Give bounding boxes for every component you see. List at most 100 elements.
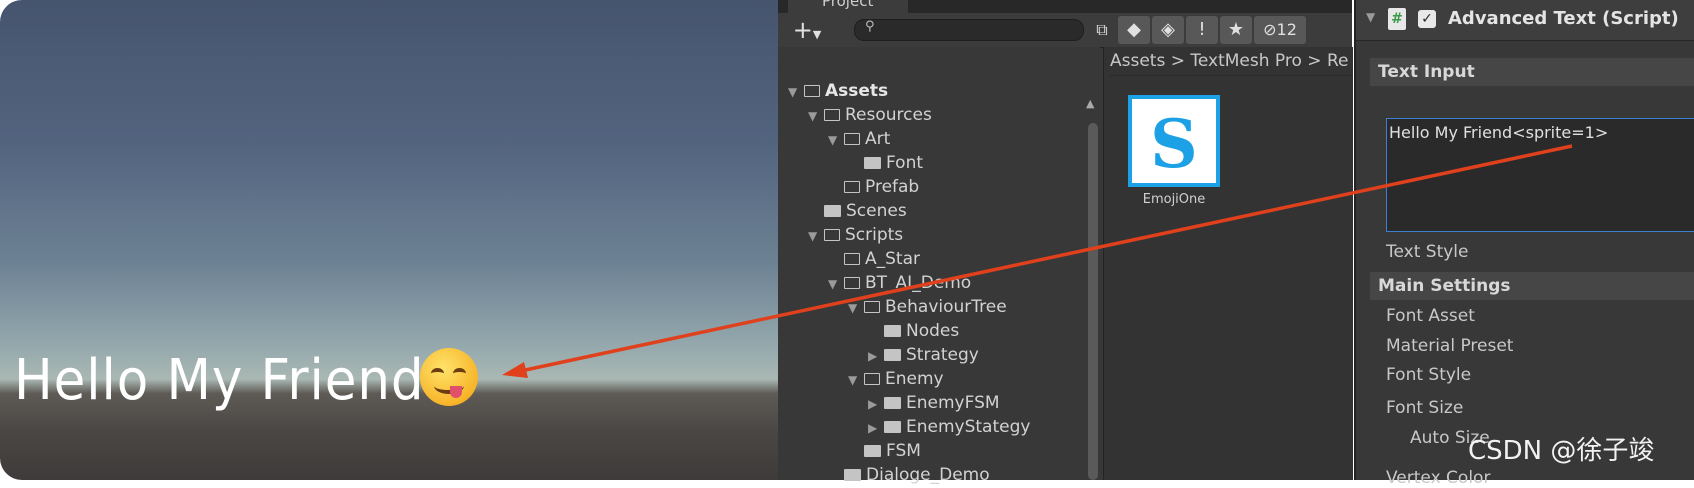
folder-label: Art: [865, 129, 891, 149]
chevron-down-icon: ▼: [812, 28, 822, 41]
folder-label: EnemyStategy: [906, 417, 1031, 437]
text-style-label: Text Style: [1386, 242, 1469, 262]
folder-label: FSM: [886, 441, 921, 461]
watermark: CSDN @徐子竣: [1468, 436, 1655, 466]
add-button-label: +: [792, 16, 813, 44]
folder-row[interactable]: ▼ BehaviourTree: [848, 295, 1007, 319]
folder-label: A_Star: [865, 249, 920, 269]
folder-label: BehaviourTree: [885, 297, 1007, 317]
open-folder-icon: [824, 109, 840, 121]
font-style-label: Font Style: [1386, 365, 1472, 385]
eye-slash-icon: ⊘: [1263, 20, 1277, 39]
project-tab-bar: Project: [778, 0, 1352, 13]
folder-row[interactable]: ▼ BT_AI_Demo: [828, 271, 971, 295]
folder-row[interactable]: Prefab: [828, 175, 919, 199]
collapsed-arrow-icon[interactable]: ▶: [868, 344, 884, 368]
asset-label[interactable]: EmojiOne: [1114, 192, 1234, 207]
expanded-arrow-icon[interactable]: ▼: [828, 272, 844, 296]
font-asset-label: Font Asset: [1386, 306, 1475, 326]
sprite-asset-icon[interactable]: S: [1128, 95, 1220, 187]
component-header[interactable]: ▼ # ✓ Advanced Text (Script): [1356, 0, 1694, 41]
search-input[interactable]: ⚲: [854, 19, 1084, 41]
material-preset-label: Material Preset: [1386, 336, 1514, 356]
emoji-tongue: [450, 386, 462, 398]
log-types-icon[interactable]: !: [1186, 16, 1218, 44]
folder-icon: [864, 445, 881, 457]
tab-project-label: Project: [822, 0, 874, 10]
folder-row[interactable]: ▶ Strategy: [868, 343, 979, 367]
folder-row[interactable]: ▼ Resources: [808, 103, 932, 127]
folder-row[interactable]: ▼ Assets: [788, 79, 888, 103]
text-input-field[interactable]: Hello My Friend<sprite=1>: [1386, 118, 1694, 232]
tree-scrollbar[interactable]: [1088, 123, 1098, 480]
hidden-count: 12: [1276, 20, 1297, 39]
text-input-section-header[interactable]: Text Input: [1370, 58, 1694, 86]
folder-row[interactable]: Dialoge_Demo: [828, 463, 990, 487]
collapsed-arrow-icon[interactable]: ▶: [868, 392, 884, 416]
folder-icon: [884, 421, 901, 433]
tab-project[interactable]: Project: [788, 0, 908, 13]
folder-row[interactable]: ▼ Enemy: [848, 367, 944, 391]
main-settings-section-header[interactable]: Main Settings: [1370, 272, 1694, 300]
empty-folder-icon: [844, 253, 860, 265]
folder-row[interactable]: ▶ EnemyStategy: [868, 415, 1030, 439]
expanded-arrow-icon[interactable]: ▼: [788, 80, 804, 104]
open-folder-icon: [864, 373, 880, 385]
asset-browser: Assets > TextMesh Pro > Re S EmojiOne: [1103, 47, 1353, 480]
folder-row[interactable]: ▶ EnemyFSM: [868, 391, 1000, 415]
enabled-checkbox[interactable]: ✓: [1418, 10, 1436, 28]
search-by-type-icon[interactable]: ◆: [1118, 16, 1150, 44]
folder-row[interactable]: Font: [848, 151, 923, 175]
folder-icon: [864, 157, 881, 169]
hidden-packages-toggle[interactable]: ⊘12: [1254, 16, 1306, 44]
folder-row[interactable]: A_Star: [828, 247, 920, 271]
folder-label: Assets: [825, 81, 889, 101]
folder-icon: [884, 349, 901, 361]
expanded-arrow-icon[interactable]: ▼: [808, 224, 824, 248]
expanded-arrow-icon[interactable]: ▼: [848, 368, 864, 392]
folder-label: EnemyFSM: [906, 393, 1000, 413]
project-toolbar: +▼ ⚲ ⧉ ◆ ◈ ! ★ ⊘12: [778, 13, 1352, 48]
text-input-value: Hello My Friend<sprite=1>: [1389, 123, 1609, 142]
expanded-arrow-icon[interactable]: ▼: [848, 296, 864, 320]
text-input-header: Text Input: [1378, 62, 1475, 82]
project-window: Project +▼ ⚲ ⧉ ◆ ◈ ! ★ ⊘12 ▼ Assets ▼ Resou…: [778, 0, 1353, 485]
add-button[interactable]: +▼: [788, 16, 826, 44]
folder-label: Nodes: [906, 321, 960, 341]
folder-label: Scripts: [845, 225, 904, 245]
search-icon: ⚲: [865, 19, 875, 34]
asset-glyph: S: [1150, 105, 1198, 183]
folder-row[interactable]: ▼ Scripts: [808, 223, 903, 247]
vertex-color-label: Vertex Color: [1386, 468, 1491, 488]
search-by-label-icon[interactable]: ◈: [1152, 16, 1184, 44]
component-title: Advanced Text (Script): [1448, 8, 1679, 29]
folder-row[interactable]: Nodes: [868, 319, 959, 343]
open-folder-icon: [844, 133, 860, 145]
folder-label: BT_AI_Demo: [865, 273, 972, 293]
folder-tree: ▼ Assets ▼ Resources ▼ Art Font Prefab Scenes ▼ Sc…: [778, 47, 1100, 485]
folder-row[interactable]: FSM: [848, 439, 921, 463]
foldout-arrow-icon[interactable]: ▼: [1366, 10, 1375, 24]
open-folder-icon: [824, 229, 840, 241]
open-external-icon[interactable]: ⧉: [1090, 16, 1114, 44]
folder-icon: [884, 397, 901, 409]
folder-row[interactable]: ▼ Art: [828, 127, 890, 151]
folder-icon: [844, 469, 861, 481]
folder-label: Resources: [845, 105, 932, 125]
open-folder-icon: [844, 277, 860, 289]
expanded-arrow-icon[interactable]: ▼: [808, 104, 824, 128]
script-icon: #: [1388, 8, 1406, 30]
smiling-emoji-icon: [420, 348, 478, 406]
folder-icon: [824, 205, 841, 217]
folder-row[interactable]: Scenes: [808, 199, 907, 223]
breadcrumb[interactable]: Assets > TextMesh Pro > Re: [1110, 47, 1353, 76]
expanded-arrow-icon[interactable]: ▼: [828, 128, 844, 152]
empty-folder-icon: [844, 181, 860, 193]
inspector-window: ▼ # ✓ Advanced Text (Script) Text Input …: [1354, 0, 1694, 488]
scroll-up-arrow-icon[interactable]: ▲: [1086, 97, 1094, 110]
favorite-star-icon[interactable]: ★: [1220, 16, 1252, 44]
collapsed-arrow-icon[interactable]: ▶: [868, 416, 884, 440]
font-size-label: Font Size: [1386, 398, 1464, 418]
main-settings-header: Main Settings: [1378, 276, 1511, 296]
folder-label: Font: [886, 153, 924, 173]
